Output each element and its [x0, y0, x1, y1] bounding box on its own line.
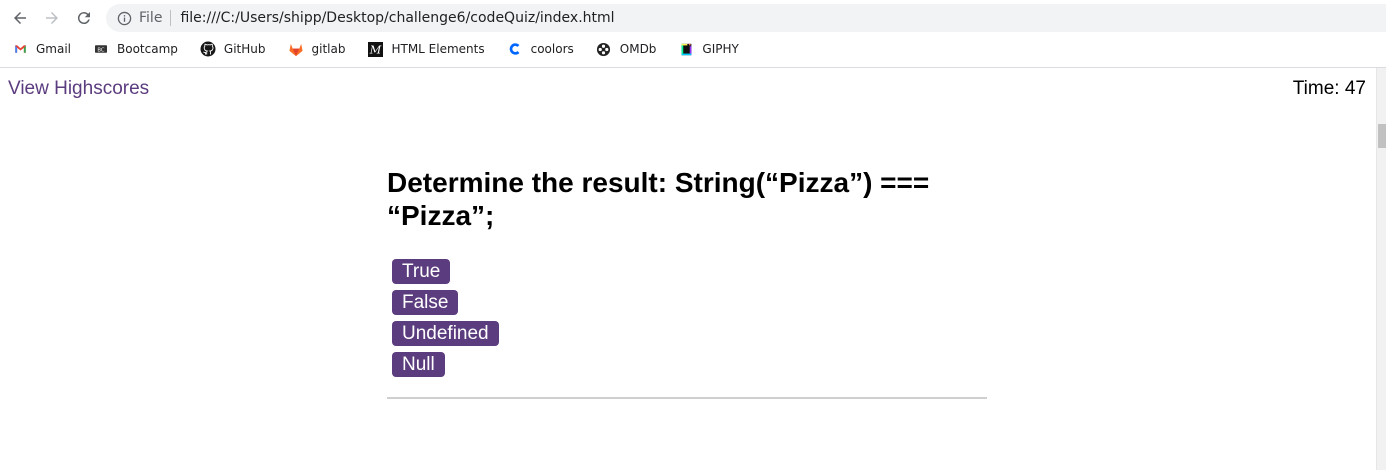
reload-icon: [77, 12, 90, 25]
scheme-label: File: [139, 10, 163, 26]
timer-label: Time:: [1292, 78, 1340, 99]
quiz-container: Determine the result: String(“Pizza”) ==…: [387, 166, 987, 399]
answer-button-true[interactable]: True: [392, 259, 451, 284]
scrollbar-thumb[interactable]: [1378, 124, 1386, 148]
svg-text:M: M: [369, 43, 382, 56]
back-arrow-icon: [14, 12, 26, 24]
back-button[interactable]: [8, 6, 32, 30]
bookmark-giphy[interactable]: GIPHY: [666, 36, 748, 62]
gitlab-icon: [288, 41, 304, 57]
giphy-icon: [678, 41, 694, 57]
gmail-icon: [12, 41, 28, 57]
browser-toolbar: File file:///C:/Users/shipp/Desktop/chal…: [0, 0, 1386, 36]
url-text[interactable]: file:///C:/Users/shipp/Desktop/challenge…: [180, 10, 614, 26]
bookmark-github[interactable]: GitHub: [188, 36, 276, 62]
answer-button-null[interactable]: Null: [392, 352, 445, 377]
forward-arrow-icon: [46, 12, 58, 24]
vertical-scrollbar[interactable]: [1376, 68, 1386, 470]
github-icon: [200, 41, 216, 57]
quiz-divider: [387, 397, 987, 399]
timer-value: 47: [1344, 78, 1366, 99]
svg-text:BC: BC: [97, 47, 105, 53]
bookmark-gmail[interactable]: Gmail: [0, 36, 81, 62]
bookmark-html-elements[interactable]: M HTML Elements: [355, 36, 494, 62]
omnibox-separator: [170, 10, 172, 26]
bookmarks-bar: Gmail BC Bootcamp GitHub gitlab M HTML E…: [0, 36, 1386, 62]
page-content: View Highscores Time: 47 Determine the r…: [0, 68, 1376, 470]
bookmark-gitlab[interactable]: gitlab: [276, 36, 356, 62]
reload-button[interactable]: [72, 6, 96, 30]
info-icon[interactable]: [116, 10, 132, 26]
timer: Time: 47: [1293, 78, 1366, 100]
coolors-icon: [507, 41, 523, 57]
address-bar[interactable]: File file:///C:/Users/shipp/Desktop/chal…: [106, 4, 1386, 32]
answer-choices: True False Undefined Null: [392, 259, 987, 377]
scroll-up-arrow-icon[interactable]: [1377, 68, 1386, 92]
bookmark-coolors[interactable]: coolors: [495, 36, 584, 62]
bookmark-bootcamp[interactable]: BC Bootcamp: [81, 36, 188, 62]
answer-button-undefined[interactable]: Undefined: [392, 321, 499, 346]
bootcamp-icon: BC: [93, 41, 109, 57]
view-highscores-link[interactable]: View Highscores: [8, 78, 149, 100]
bookmark-omdb[interactable]: OMDb: [584, 36, 667, 62]
forward-button[interactable]: [40, 6, 64, 30]
html-elements-icon: M: [367, 41, 383, 57]
answer-button-false[interactable]: False: [392, 290, 459, 315]
question-title: Determine the result: String(“Pizza”) ==…: [387, 167, 930, 231]
omdb-icon: [596, 41, 612, 57]
